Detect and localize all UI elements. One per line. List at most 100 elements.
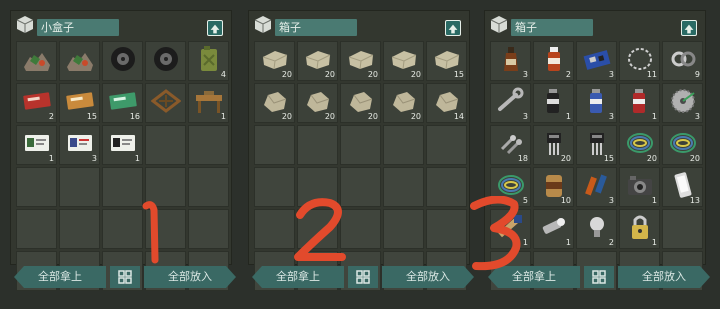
put-all-button[interactable]: 全部放入 [144,266,236,288]
saw-blade-icon [671,89,695,113]
inventory-slot[interactable]: 20 [340,83,381,123]
item-count: 3 [608,112,614,121]
inventory-slot[interactable] [59,167,100,207]
inventory-slot[interactable] [188,167,229,207]
inventory-slot[interactable]: 20 [383,83,424,123]
inventory-slot[interactable] [145,41,186,81]
inventory-slot[interactable] [297,125,338,165]
chain-icon [628,48,652,70]
rock-icon [307,92,330,112]
panel-header: 箱子 [485,11,705,37]
inventory-slot[interactable]: 15 [59,83,100,123]
item-count: 20 [281,70,292,79]
inventory-slot[interactable] [383,167,424,207]
inventory-slot[interactable]: 3 [576,41,617,81]
inventory-slot[interactable]: 1 [619,209,660,249]
inventory-slot[interactable]: 20 [297,83,338,123]
inventory-slot[interactable] [426,125,467,165]
inventory-slot[interactable]: 1 [16,125,57,165]
circuit-board-icon [583,50,611,70]
inventory-slot[interactable]: 20 [297,41,338,81]
inventory-slot[interactable]: 3 [576,83,617,123]
inventory-slot[interactable] [59,41,100,81]
inventory-slot[interactable]: 10 [533,167,574,207]
inventory-slot[interactable]: 20 [662,125,703,165]
inventory-slot[interactable] [662,209,703,249]
inventory-slot[interactable]: 3 [662,83,703,123]
inventory-slot[interactable]: 20 [619,125,660,165]
inventory-slot[interactable]: 20 [533,125,574,165]
inventory-slot[interactable]: 3 [490,83,531,123]
rock-icon [393,92,416,112]
put-all-button[interactable]: 全部放入 [618,266,710,288]
put-all-button[interactable]: 全部放入 [382,266,474,288]
wooden-frame-icon [151,89,181,113]
inventory-slot[interactable] [254,125,295,165]
inventory-slot[interactable]: 9 [662,41,703,81]
inventory-slot[interactable]: 20 [340,41,381,81]
sort-grid-button[interactable] [584,266,614,288]
item-count: 3 [91,154,97,163]
inventory-slot[interactable] [426,209,467,249]
inventory-slot[interactable]: 1 [619,83,660,123]
inventory-slot[interactable] [16,41,57,81]
container-title: 箱子 [275,19,357,36]
inventory-slot[interactable] [16,209,57,249]
item-count: 20 [410,112,421,121]
inventory-slot[interactable]: 18 [490,125,531,165]
flashlight-icon [542,218,565,234]
workbench-icon [196,91,222,113]
inventory-slot[interactable]: 3 [490,41,531,81]
inventory-slot[interactable] [16,167,57,207]
inventory-slot[interactable] [59,209,100,249]
inventory-slot[interactable]: 1 [619,167,660,207]
inventory-slot[interactable] [383,125,424,165]
inventory-slot[interactable] [188,209,229,249]
inventory-slot[interactable]: 20 [254,41,295,81]
item-count: 1 [220,112,226,121]
upload-icon[interactable] [445,20,461,36]
inventory-slot[interactable]: 14 [426,83,467,123]
inventory-slot[interactable] [102,41,143,81]
item-count: 20 [410,70,421,79]
inventory-slot[interactable]: 13 [662,167,703,207]
inventory-slot[interactable]: 15 [576,125,617,165]
inventory-slot[interactable] [254,209,295,249]
inventory-slot[interactable]: 15 [426,41,467,81]
sort-grid-button[interactable] [348,266,378,288]
inventory-slot[interactable] [254,167,295,207]
take-all-button[interactable]: 全部拿上 [14,266,106,288]
upload-icon[interactable] [681,20,697,36]
annotation-2 [294,198,346,261]
inventory-slot[interactable]: 20 [254,83,295,123]
item-count: 10 [560,196,571,205]
sort-grid-button[interactable] [110,266,140,288]
inventory-slot[interactable]: 2 [533,41,574,81]
inventory-slot[interactable]: 3 [59,125,100,165]
container-title: 小盒子 [37,19,119,36]
item-count: 15 [603,154,614,163]
inventory-slot[interactable] [188,125,229,165]
inventory-slot[interactable] [340,125,381,165]
inventory-slot[interactable]: 20 [383,41,424,81]
item-count: 20 [646,154,657,163]
inventory-slot[interactable] [383,209,424,249]
orange-ticket-icon [66,92,94,110]
inventory-slot[interactable]: 11 [619,41,660,81]
inventory-slot[interactable]: 2 [16,83,57,123]
take-all-button[interactable]: 全部拿上 [252,266,344,288]
inventory-slot[interactable]: 3 [576,167,617,207]
inventory-slot[interactable]: 1 [533,209,574,249]
inventory-slot[interactable] [145,83,186,123]
inventory-slot[interactable] [145,125,186,165]
upload-icon[interactable] [207,20,223,36]
inventory-slot[interactable]: 16 [102,83,143,123]
inventory-slot[interactable]: 4 [188,41,229,81]
inventory-slot[interactable]: 2 [576,209,617,249]
spray-can-red-icon [633,89,645,113]
inventory-slot[interactable]: 1 [188,83,229,123]
inventory-slot[interactable] [426,167,467,207]
inventory-slot[interactable]: 1 [533,83,574,123]
item-count: 11 [646,70,657,79]
inventory-slot[interactable]: 1 [102,125,143,165]
